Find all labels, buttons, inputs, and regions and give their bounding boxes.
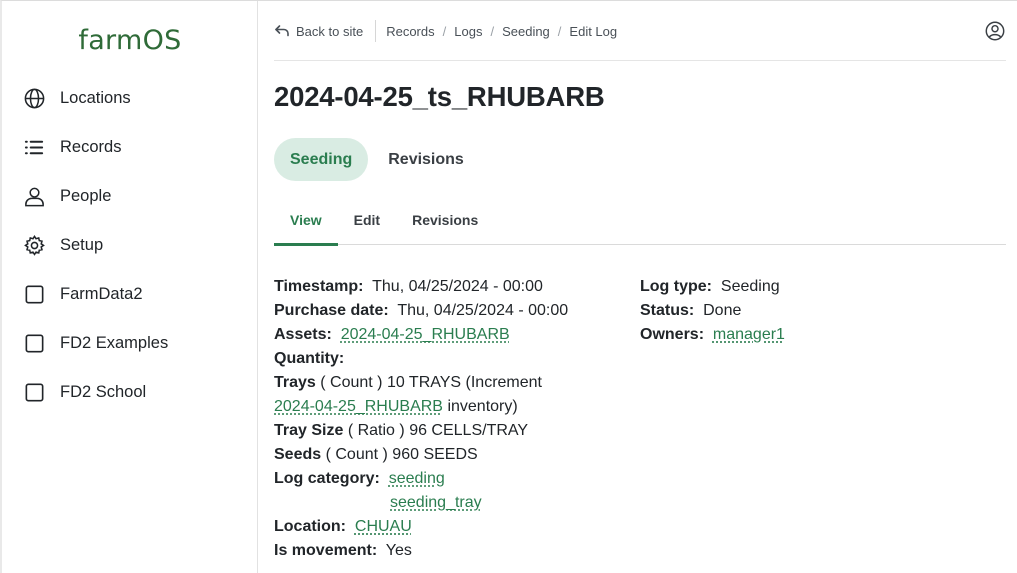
tab-view[interactable]: View	[274, 201, 338, 246]
category-link-seeding[interactable]: seeding	[389, 470, 445, 487]
field-label: Is movement:	[274, 542, 378, 559]
category-link-seeding-tray[interactable]: seeding_tray	[390, 494, 482, 511]
tab-revisions[interactable]: Revisions	[372, 138, 480, 181]
field-timestamp: Timestamp: Thu, 04/25/2024 - 00:00	[274, 275, 634, 299]
sidebar-item-locations[interactable]: Locations	[22, 83, 131, 113]
header-divider	[274, 60, 1006, 61]
field-value: Seeding	[720, 278, 780, 295]
field-label: Timestamp:	[274, 278, 364, 295]
field-log-category: Log category: seeding	[274, 467, 634, 491]
page-title: 2024-04-25_ts_RHUBARB	[274, 81, 605, 112]
field-status: Status: Done	[640, 299, 1000, 323]
field-quantity: Quantity:	[274, 347, 634, 371]
quantity-label: Tray Size	[274, 422, 344, 439]
field-log-category-continued: seeding_tray	[274, 491, 634, 515]
sidebar-item-label: Setup	[60, 235, 104, 254]
breadcrumb-separator: /	[557, 23, 562, 39]
quantity-seeds: Seeds ( Count ) 960 SEEDS	[274, 443, 634, 467]
sidebar-item-people[interactable]: People	[22, 181, 111, 211]
sidebar-item-fd2-examples[interactable]: FD2 Examples	[22, 328, 168, 358]
fields-left-column: Timestamp: Thu, 04/25/2024 - 00:00 Purch…	[274, 275, 634, 563]
back-label: Back to site	[296, 23, 364, 39]
app-logo[interactable]: farmOS	[2, 25, 258, 56]
breadcrumb-separator: /	[442, 23, 447, 39]
fields-right-column: Log type: Seeding Status: Done Owners: m…	[640, 275, 1000, 347]
field-value: Yes	[385, 542, 412, 559]
breadcrumb-edit-log: Edit Log	[569, 23, 618, 39]
list-icon	[22, 135, 46, 159]
breadcrumb-logs[interactable]: Logs	[454, 24, 482, 39]
sidebar-item-label: Records	[60, 137, 122, 156]
secondary-tabs: View Edit Revisions	[274, 201, 1006, 246]
gear-icon	[22, 233, 46, 257]
quantity-suffix: inventory)	[447, 398, 518, 415]
user-account-icon[interactable]	[984, 20, 1006, 42]
field-value: Thu, 04/25/2024 - 00:00	[397, 302, 569, 319]
tab-secondary-revisions[interactable]: Revisions	[396, 201, 494, 245]
quantity-value: 10 TRAYS (Increment	[386, 374, 542, 391]
back-arrow-icon	[275, 25, 289, 37]
asset-link[interactable]: 2024-04-25_RHUBARB	[341, 326, 510, 343]
divider	[375, 20, 377, 42]
sidebar-item-label: FD2 School	[60, 382, 147, 401]
field-log-type: Log type: Seeding	[640, 275, 1000, 299]
field-label: Log category:	[274, 470, 380, 487]
field-value: Done	[703, 302, 742, 319]
sidebar-item-fd2-school[interactable]: FD2 School	[22, 377, 146, 407]
field-label: Location:	[274, 518, 346, 535]
globe-icon	[22, 86, 46, 110]
location-link[interactable]: CHUAU	[355, 518, 412, 535]
owner-link[interactable]: manager1	[713, 326, 785, 343]
quantity-measure: ( Count )	[320, 374, 383, 391]
square-icon	[22, 331, 46, 355]
field-is-movement: Is movement: Yes	[274, 539, 634, 563]
field-label: Status:	[640, 302, 695, 319]
sidebar-item-setup[interactable]: Setup	[22, 230, 103, 260]
top-bar: Back to site Records / Logs / Seeding / …	[274, 15, 1006, 47]
back-to-site-link[interactable]: Back to site	[274, 23, 363, 39]
sidebar: farmOS Locations Records People Setup Fa…	[2, 1, 258, 573]
breadcrumb: Records / Logs / Seeding / Edit Log	[386, 24, 617, 39]
quantity-label: Trays	[274, 374, 316, 391]
quantity-value: 960 SEEDS	[392, 446, 478, 463]
quantity-label: Seeds	[274, 446, 322, 463]
sidebar-item-label: People	[60, 186, 112, 205]
quantity-measure: ( Count )	[325, 446, 388, 463]
sidebar-item-label: FD2 Examples	[60, 333, 169, 352]
sidebar-item-farmdata2[interactable]: FarmData2	[22, 279, 143, 309]
square-icon	[22, 380, 46, 404]
quantity-measure: ( Ratio )	[347, 422, 405, 439]
field-assets: Assets: 2024-04-25_RHUBARB	[274, 323, 634, 347]
field-location: Location: CHUAU	[274, 515, 634, 539]
field-owners: Owners: manager1	[640, 323, 1000, 347]
sidebar-item-records[interactable]: Records	[22, 132, 121, 162]
breadcrumb-separator: /	[490, 23, 495, 39]
field-label: Log type:	[640, 278, 712, 295]
quantity-value: 96 CELLS/TRAY	[409, 422, 529, 439]
person-icon	[22, 184, 46, 208]
field-purchase-date: Purchase date: Thu, 04/25/2024 - 00:00	[274, 299, 634, 323]
sidebar-item-label: FarmData2	[60, 284, 143, 303]
square-icon	[22, 282, 46, 306]
inventory-asset-link[interactable]: 2024-04-25_RHUBARB	[274, 398, 443, 415]
main-content: Back to site Records / Logs / Seeding / …	[258, 1, 1017, 573]
field-value: Thu, 04/25/2024 - 00:00	[372, 278, 543, 295]
quantity-trays-inventory: 2024-04-25_RHUBARB inventory)	[274, 395, 634, 419]
sidebar-item-label: Locations	[60, 88, 131, 107]
field-label: Quantity:	[274, 350, 345, 367]
tab-edit[interactable]: Edit	[338, 201, 396, 245]
field-label: Purchase date:	[274, 302, 389, 319]
quantity-trays: Trays ( Count ) 10 TRAYS (Increment	[274, 371, 634, 395]
breadcrumb-records[interactable]: Records	[386, 24, 434, 39]
primary-tabs: Seeding Revisions	[274, 138, 480, 181]
quantity-tray-size: Tray Size ( Ratio ) 96 CELLS/TRAY	[274, 419, 634, 443]
field-label: Assets:	[274, 326, 332, 343]
breadcrumb-seeding[interactable]: Seeding	[502, 24, 550, 39]
tab-seeding[interactable]: Seeding	[274, 138, 369, 181]
field-label: Owners:	[640, 326, 705, 343]
